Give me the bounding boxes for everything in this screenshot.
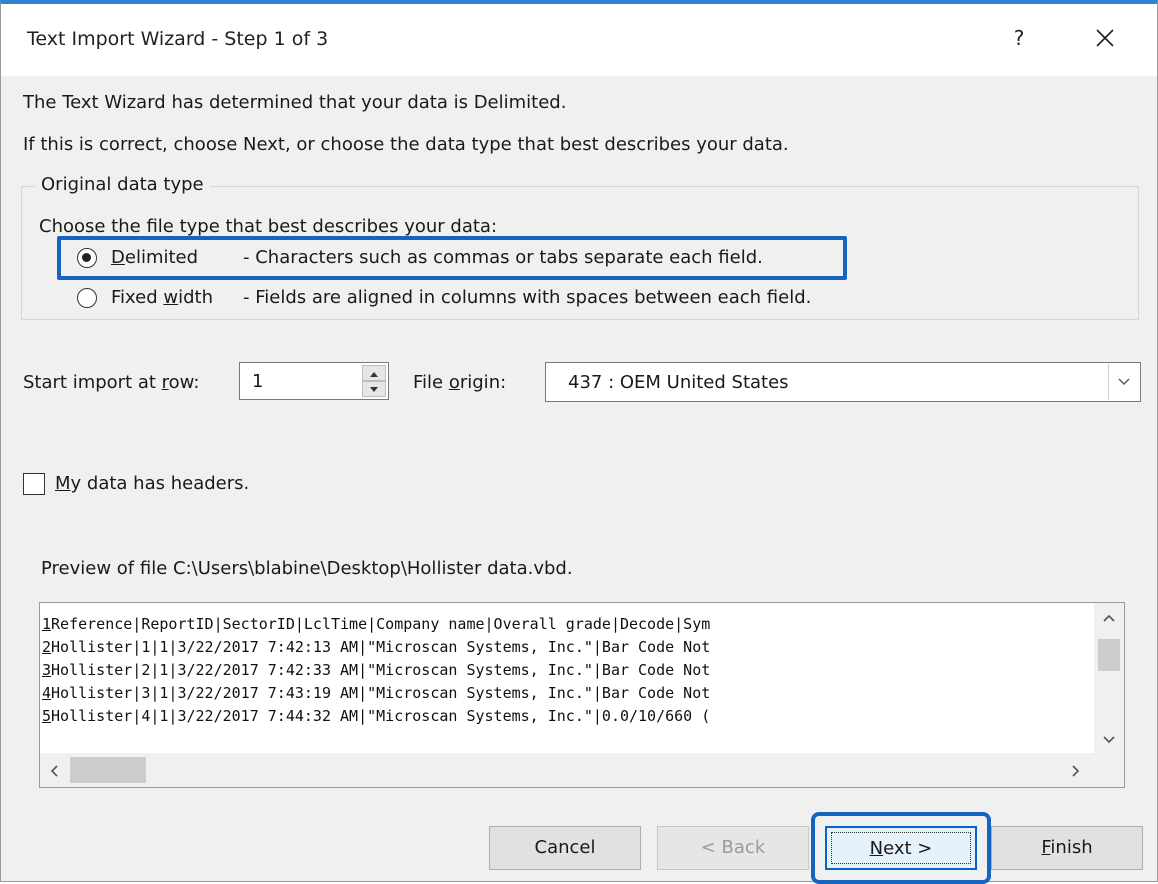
preview-line: 5Hollister|4|1|3/22/2017 7:44:32 AM|"Mic… xyxy=(42,707,711,725)
delimited-highlight xyxy=(57,236,847,280)
scroll-right-arrow[interactable] xyxy=(1070,763,1082,782)
back-button[interactable]: < Back xyxy=(657,826,809,870)
spin-down-button[interactable] xyxy=(362,381,386,397)
start-row-input[interactable]: 1 xyxy=(239,362,389,400)
intro-line-1: The Text Wizard has determined that your… xyxy=(23,92,567,113)
close-button[interactable] xyxy=(1085,18,1125,58)
fixed-width-label[interactable]: Fixed width xyxy=(111,287,213,308)
preview-caption: Preview of file C:\Users\blabine\Desktop… xyxy=(41,558,573,579)
headers-checkbox-label[interactable]: My data has headers. xyxy=(55,473,249,494)
spin-up-button[interactable] xyxy=(362,365,386,381)
vertical-scroll-thumb[interactable] xyxy=(1098,639,1120,671)
file-origin-dropdown-button[interactable] xyxy=(1108,364,1139,400)
chevron-down-icon xyxy=(1103,736,1115,744)
chevron-up-icon xyxy=(1103,614,1115,622)
group-legend: Original data type xyxy=(35,174,210,195)
cancel-button[interactable]: Cancel xyxy=(489,826,641,870)
file-origin-label: File origin: xyxy=(413,372,507,393)
chevron-right-icon xyxy=(1072,765,1080,777)
headers-checkbox[interactable] xyxy=(23,473,45,495)
spin-down-icon xyxy=(370,387,378,392)
fixed-width-description: - Fields are aligned in columns with spa… xyxy=(243,287,812,308)
intro-line-2: If this is correct, choose Next, or choo… xyxy=(23,134,789,155)
start-row-value: 1 xyxy=(252,371,264,392)
finish-button[interactable]: Finish xyxy=(991,826,1143,870)
start-row-spinner[interactable] xyxy=(362,365,386,397)
chevron-down-icon xyxy=(1118,378,1130,385)
next-highlight xyxy=(811,812,991,884)
spin-up-icon xyxy=(370,372,378,377)
preview-line: 2Hollister|1|1|3/22/2017 7:42:13 AM|"Mic… xyxy=(42,638,711,656)
start-row-label: Start import at row: xyxy=(23,372,200,393)
preview-line: 4Hollister|3|1|3/22/2017 7:43:19 AM|"Mic… xyxy=(42,684,711,702)
preview-line: 3Hollister|2|1|3/22/2017 7:42:33 AM|"Mic… xyxy=(42,661,711,679)
preview-horizontal-scrollbar[interactable] xyxy=(40,753,1096,787)
preview-vertical-scrollbar[interactable] xyxy=(1094,603,1124,753)
horizontal-scroll-thumb[interactable] xyxy=(70,757,146,783)
file-preview[interactable]: 1Reference|ReportID|SectorID|LclTime|Com… xyxy=(39,602,1125,788)
help-button[interactable]: ? xyxy=(999,18,1039,58)
file-type-prompt: Choose the file type that best describes… xyxy=(39,216,498,237)
file-origin-select[interactable]: 437 : OEM United States xyxy=(545,362,1141,402)
scrollbar-corner xyxy=(1094,753,1124,787)
file-origin-value: 437 : OEM United States xyxy=(568,372,789,393)
chevron-left-icon xyxy=(50,765,58,777)
preview-lines: 1Reference|ReportID|SectorID|LclTime|Com… xyxy=(42,613,1094,728)
title-bar: Text Import Wizard - Step 1 of 3 ? xyxy=(1,4,1157,76)
text-import-wizard-dialog: Text Import Wizard - Step 1 of 3 ? The T… xyxy=(0,0,1158,884)
fixed-width-radio[interactable] xyxy=(77,288,97,308)
preview-line: 1Reference|ReportID|SectorID|LclTime|Com… xyxy=(42,615,711,633)
scroll-left-arrow[interactable] xyxy=(48,763,60,782)
scroll-down-arrow[interactable] xyxy=(1102,731,1116,750)
close-icon xyxy=(1096,29,1114,47)
scroll-up-arrow[interactable] xyxy=(1102,609,1116,628)
window-title: Text Import Wizard - Step 1 of 3 xyxy=(27,28,329,50)
